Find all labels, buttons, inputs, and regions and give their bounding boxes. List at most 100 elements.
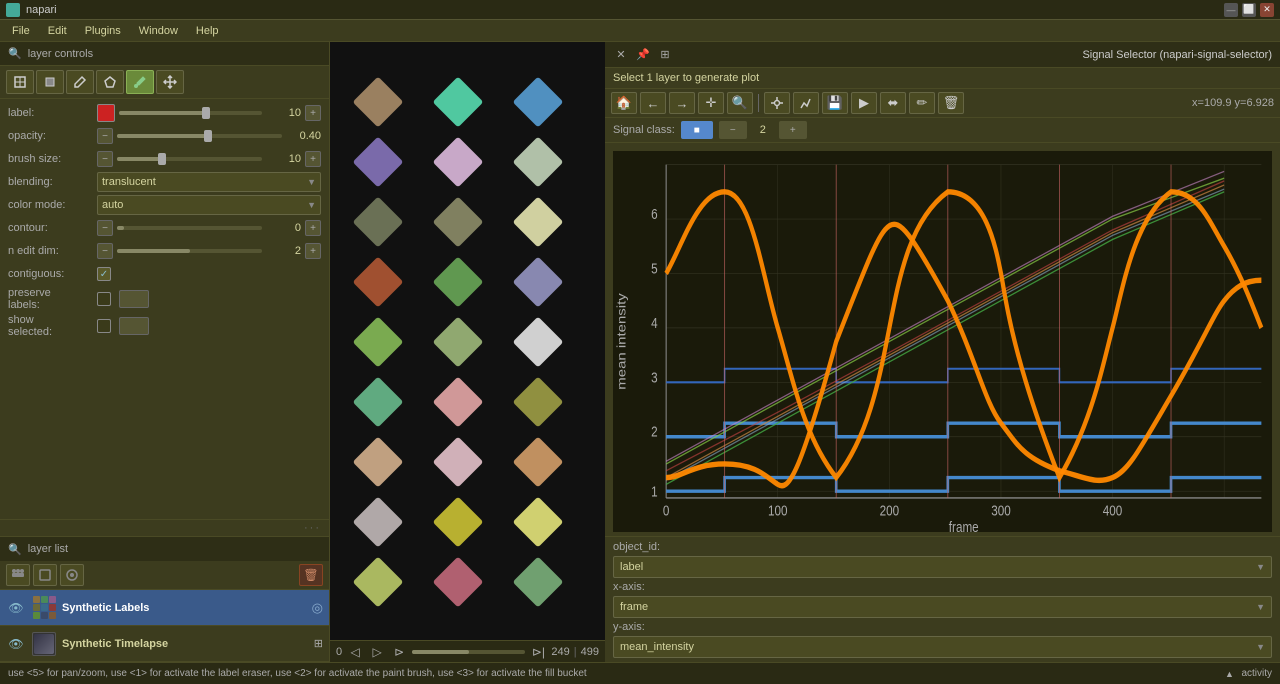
add-points-button[interactable]: [6, 564, 30, 586]
layer-controls-title: layer controls: [28, 48, 93, 60]
search-icon[interactable]: 🔍: [8, 47, 22, 60]
contiguous-property: contiguous: ✓: [8, 264, 321, 284]
sig-pan-button[interactable]: ✛: [698, 92, 724, 114]
blending-property: blending: translucent ▼: [8, 172, 321, 192]
label-color-swatch[interactable]: [97, 104, 115, 122]
skip-to-end-button[interactable]: ⊳: [390, 643, 408, 661]
svg-text:3: 3: [651, 369, 658, 386]
brush-size-slider[interactable]: [117, 157, 262, 161]
panel-resize-handle[interactable]: ···: [0, 519, 329, 536]
transform-tool[interactable]: [6, 70, 34, 94]
x-axis-dropdown[interactable]: frame ▼: [613, 596, 1272, 618]
select-layer-button[interactable]: [33, 564, 57, 586]
minimize-button[interactable]: —: [1224, 3, 1238, 17]
canvas-area: 0 ◁ ▷ ⊳ ⊳| 249 | 499: [330, 42, 605, 662]
menu-window[interactable]: Window: [131, 23, 186, 39]
layer-name-synthetic-labels: Synthetic Labels: [62, 602, 306, 614]
menubar: File Edit Plugins Window Help: [0, 20, 1280, 42]
polygon-tool[interactable]: [96, 70, 124, 94]
sig-cursor-button[interactable]: ▶: [851, 92, 877, 114]
layer-icon-timelapse: [32, 632, 56, 656]
canvas-svg: [338, 72, 598, 632]
preserve-labels-checkbox[interactable]: [97, 292, 111, 306]
menu-plugins[interactable]: Plugins: [77, 23, 129, 39]
color-mode-property: color mode: auto ▼: [8, 195, 321, 215]
sig-zoom-button[interactable]: 🔍: [727, 92, 753, 114]
svg-text:1: 1: [651, 483, 658, 500]
frame-current: 249: [551, 646, 569, 658]
menu-help[interactable]: Help: [188, 23, 227, 39]
layer-item-synthetic-labels[interactable]: 👁 Synthetic Labels ◎: [0, 590, 329, 626]
contour-decrement[interactable]: −: [97, 220, 113, 236]
signal-expand-icon[interactable]: ⊞: [657, 47, 673, 63]
brush-tool[interactable]: [66, 70, 94, 94]
sig-save-button[interactable]: 💾: [822, 92, 848, 114]
y-axis-dropdown[interactable]: mean_intensity ▼: [613, 636, 1272, 658]
signal-plot[interactable]: 1 2 3 4 5 6 0 100 200 300 400 frame mean…: [613, 151, 1272, 532]
object-id-dropdown[interactable]: label ▼: [613, 556, 1272, 578]
blending-dropdown[interactable]: translucent ▼: [97, 172, 321, 192]
app-title: napari: [26, 4, 57, 16]
move-tool[interactable]: [156, 70, 184, 94]
signal-class-toggle[interactable]: ■: [681, 121, 713, 139]
delete-layer-button[interactable]: 🗑: [299, 564, 323, 586]
n-edit-dim-slider[interactable]: [117, 249, 262, 253]
sig-pencil-button[interactable]: ✏: [909, 92, 935, 114]
sig-delete-button[interactable]: 🗑: [938, 92, 964, 114]
contiguous-checkbox[interactable]: ✓: [97, 267, 111, 281]
sig-forward-button[interactable]: →: [669, 92, 695, 114]
label-slider[interactable]: [119, 111, 262, 115]
brush-size-decrement[interactable]: −: [97, 151, 113, 167]
layer-image-icon: ⊞: [314, 637, 323, 650]
sig-settings-button[interactable]: [764, 92, 790, 114]
signal-class-label: Signal class:: [613, 124, 675, 136]
activity-toggle-button[interactable]: ▲: [1221, 666, 1237, 682]
sig-line-button[interactable]: [793, 92, 819, 114]
maximize-button[interactable]: ⬜: [1242, 3, 1256, 17]
opacity-decrement[interactable]: −: [97, 128, 113, 144]
y-axis-row: y-axis:: [613, 621, 1272, 633]
signal-header-icons: ✕ 📌 ⊞: [613, 47, 673, 63]
layer-vis-toggle-timelapse[interactable]: 👁: [6, 634, 26, 654]
signal-class-decrement[interactable]: −: [719, 121, 747, 139]
layer-item-synthetic-timelapse[interactable]: 👁 Synthetic Timelapse ⊞: [0, 626, 329, 662]
n-edit-dim-decrement[interactable]: −: [97, 243, 113, 259]
show-selected-checkbox[interactable]: [97, 319, 111, 333]
statusbar: use <5> for pan/zoom, use <1> for activa…: [0, 662, 1280, 684]
lasso-button[interactable]: [60, 564, 84, 586]
fill-tool[interactable]: [36, 70, 64, 94]
x-axis-row: x-axis:: [613, 581, 1272, 593]
signal-coordinates: x=109.9 y=6.928: [1192, 97, 1274, 109]
skip-to-end2-button[interactable]: ⊳|: [529, 643, 547, 661]
frame-slider[interactable]: [412, 650, 525, 654]
sig-resize-button[interactable]: ⬌: [880, 92, 906, 114]
signal-pin-icon[interactable]: 📌: [635, 47, 651, 63]
window-controls: — ⬜ ✕: [1224, 3, 1274, 17]
close-button[interactable]: ✕: [1260, 3, 1274, 17]
contour-slider[interactable]: [117, 226, 262, 230]
signal-class-increment[interactable]: +: [779, 121, 807, 139]
play-button[interactable]: ▷: [368, 643, 386, 661]
sig-back-button[interactable]: ←: [640, 92, 666, 114]
layer-vis-toggle-labels[interactable]: 👁: [6, 598, 26, 618]
signal-close-icon[interactable]: ✕: [613, 47, 629, 63]
picker-tool[interactable]: [126, 70, 154, 94]
svg-text:mean intensity: mean intensity: [615, 293, 628, 390]
menu-edit[interactable]: Edit: [40, 23, 75, 39]
contour-increment[interactable]: +: [305, 220, 321, 236]
play-back-button[interactable]: ◁: [346, 643, 364, 661]
n-edit-dim-increment[interactable]: +: [305, 243, 321, 259]
menu-file[interactable]: File: [4, 23, 38, 39]
opacity-slider[interactable]: [117, 134, 282, 138]
sig-home-button[interactable]: 🏠: [611, 92, 637, 114]
activity-label: activity: [1241, 668, 1272, 679]
layer-list-search-icon[interactable]: 🔍: [8, 543, 22, 556]
label-increment[interactable]: +: [305, 105, 321, 121]
svg-text:0: 0: [663, 502, 670, 519]
color-mode-dropdown[interactable]: auto ▼: [97, 195, 321, 215]
brush-size-increment[interactable]: +: [305, 151, 321, 167]
signal-class-row: Signal class: ■ − 2 +: [605, 118, 1280, 143]
canvas-content[interactable]: [330, 42, 605, 662]
brush-size-property: brush size: − 10 +: [8, 149, 321, 169]
signal-selector-title: Signal Selector (napari-signal-selector): [1082, 49, 1272, 61]
